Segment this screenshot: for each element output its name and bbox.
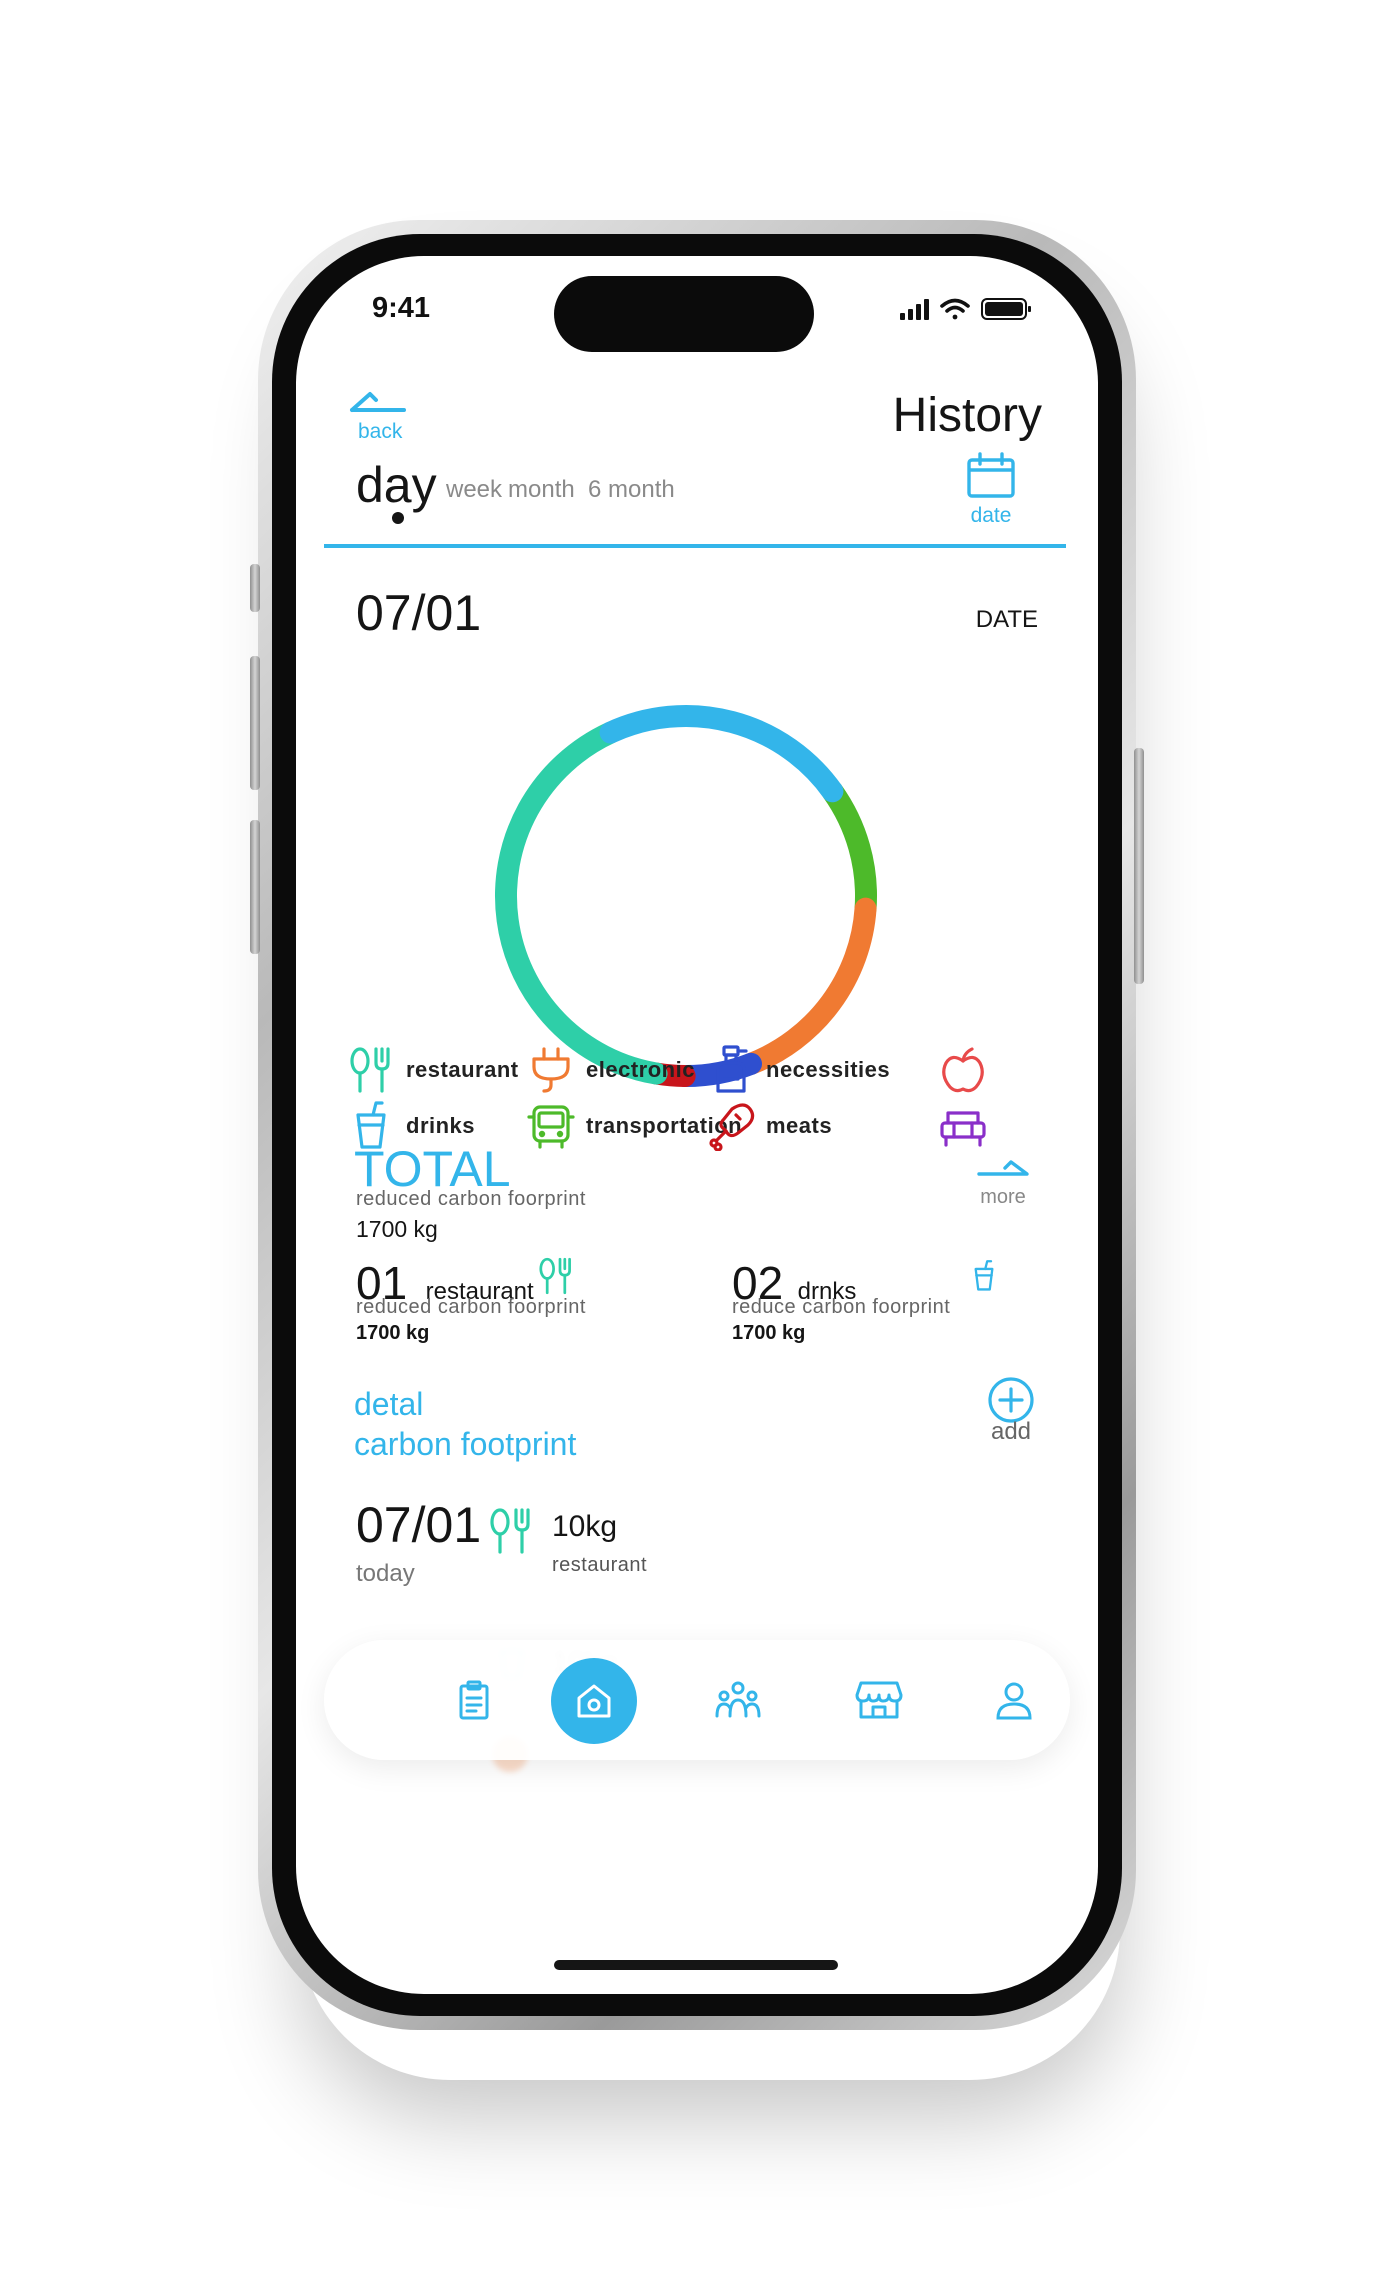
clipboard-icon <box>459 1680 489 1720</box>
power-button <box>1134 748 1144 984</box>
tabs-divider <box>324 544 1066 548</box>
legend-restaurant[interactable]: restaurant <box>346 1042 519 1098</box>
total-subtitle: reduced carbon foorprint <box>356 1188 586 1210</box>
status-time: 9:41 <box>372 292 431 324</box>
plug-icon <box>532 1047 570 1093</box>
community-icon <box>715 1681 761 1718</box>
action-button <box>250 564 260 612</box>
apple-icon <box>942 1047 984 1093</box>
tab-6-month[interactable]: 6 month <box>588 476 675 504</box>
fork-spoon-icon <box>539 1257 571 1295</box>
volume-down-button <box>250 820 260 954</box>
donut-segment-electronic <box>740 897 877 1075</box>
tab-month[interactable]: month <box>508 476 575 504</box>
rank-subtitle: reduce carbon foorprint <box>732 1296 951 1318</box>
total-value: 1700 kg <box>356 1216 438 1242</box>
legend-label: necessities <box>766 1057 891 1082</box>
app-screen: 9:41 back History day week month 6 month <box>296 256 1098 1994</box>
add-label: add <box>990 1418 1032 1445</box>
active-tab-indicator <box>392 512 404 524</box>
more-arrow-icon <box>977 1160 1029 1176</box>
donut-segment-drinks <box>599 705 844 803</box>
nav-home[interactable] <box>551 1658 637 1744</box>
nav-store[interactable] <box>849 1670 909 1730</box>
back-arrow-icon <box>350 392 406 412</box>
tab-day[interactable]: day <box>356 456 437 514</box>
entry-day: today <box>356 1560 415 1587</box>
rank-subtitle: reduced carbon foorprint <box>356 1296 586 1318</box>
wifi-icon <box>940 298 970 320</box>
signal-icon <box>900 299 929 320</box>
bus-icon <box>527 1105 575 1149</box>
rank-value: 1700 kg <box>732 1322 806 1344</box>
battery-icon <box>981 298 1031 320</box>
carbon-donut-chart <box>495 705 877 1087</box>
legend-label: restaurant <box>406 1057 519 1082</box>
spray-bottle-icon <box>716 1045 748 1093</box>
detail-heading-line2: carbon footprint <box>354 1426 577 1462</box>
meat-icon <box>709 1103 755 1151</box>
nav-community[interactable] <box>708 1670 768 1730</box>
sofa-icon <box>940 1111 986 1147</box>
cup-icon <box>974 1260 994 1291</box>
more-button[interactable]: more <box>968 1156 1038 1216</box>
home-indicator <box>554 1960 838 1970</box>
detail-heading-line1: detal <box>354 1386 424 1422</box>
date-picker-button[interactable]: date <box>956 452 1026 532</box>
legend-furniture[interactable] <box>938 1098 998 1154</box>
fork-spoon-icon <box>490 1508 530 1554</box>
bottom-nav <box>324 1640 1070 1760</box>
donut-segment-transportation <box>821 780 877 920</box>
legend-food[interactable] <box>938 1042 998 1098</box>
date-filter-button[interactable]: DATE <box>976 606 1038 634</box>
status-icons <box>900 298 1031 320</box>
entry-amount: 10kg <box>552 1510 618 1543</box>
home-icon <box>577 1684 611 1718</box>
nav-profile[interactable] <box>984 1670 1044 1730</box>
entry-category: restaurant <box>552 1554 648 1576</box>
store-icon <box>855 1681 903 1719</box>
more-label: more <box>980 1186 1026 1208</box>
detail-heading: detal carbon footprint <box>354 1384 576 1464</box>
calendar-icon <box>967 452 1015 498</box>
dynamic-island <box>554 276 814 352</box>
fork-spoon-icon <box>350 1047 390 1093</box>
date-button-label: date <box>970 504 1012 527</box>
legend-necessities[interactable]: necessities <box>706 1042 890 1098</box>
back-label: back <box>358 420 403 443</box>
rank-value: 1700 kg <box>356 1322 430 1344</box>
legend-label: electronic <box>586 1057 695 1082</box>
entry-date: 07/01 <box>356 1497 482 1553</box>
donut-segment-restaurant <box>495 721 668 1085</box>
nav-history[interactable] <box>444 1670 504 1730</box>
volume-up-button <box>250 656 260 790</box>
legend-label: drinks <box>406 1113 476 1138</box>
add-button[interactable]: add <box>976 1376 1046 1456</box>
tab-week[interactable]: week <box>446 476 502 504</box>
legend-label: meats <box>766 1113 833 1138</box>
profile-icon <box>996 1682 1032 1720</box>
summary-date: 07/01 <box>356 585 482 641</box>
legend-meats[interactable]: meats <box>706 1098 832 1154</box>
back-button[interactable]: back <box>348 388 428 448</box>
legend-electronic[interactable]: electronic <box>526 1042 695 1098</box>
page-title: History <box>892 389 1042 442</box>
